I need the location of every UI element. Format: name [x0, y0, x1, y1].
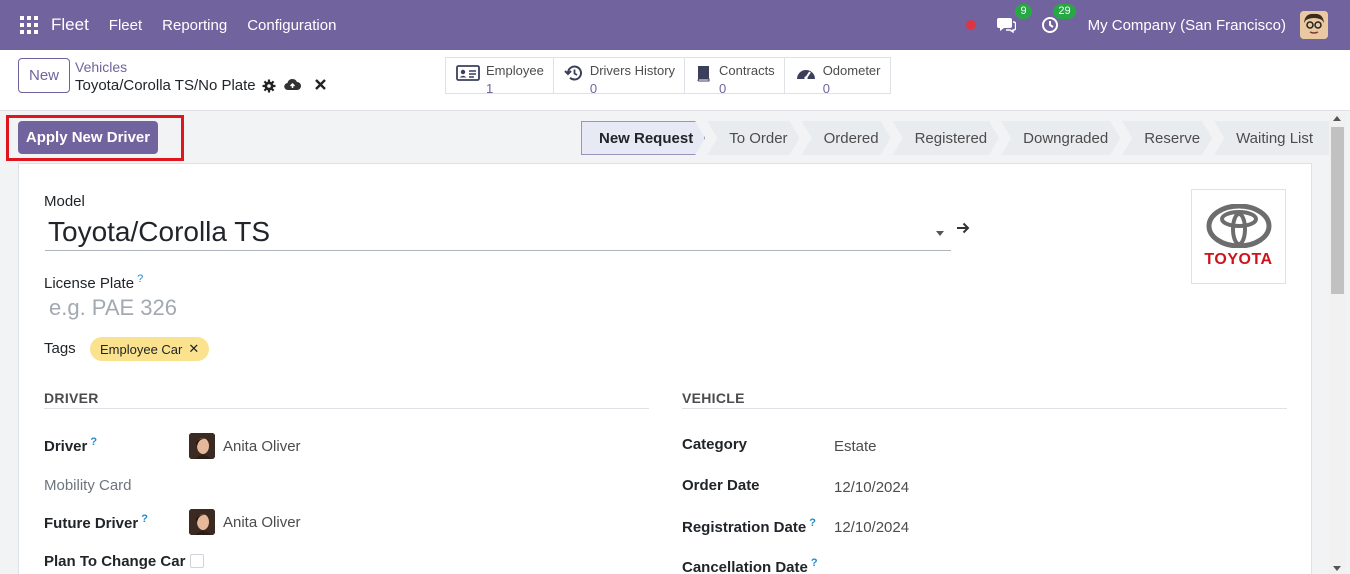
app-brand[interactable]: Fleet [51, 15, 89, 35]
order-date-field[interactable]: 12/10/2024 [834, 479, 909, 496]
help-tooltip-icon[interactable]: ? [90, 436, 97, 448]
license-plate-label-text: License Plate [44, 275, 135, 292]
stage-registered[interactable]: Registered [893, 121, 1000, 155]
recording-indicator-icon[interactable] [965, 20, 976, 30]
logo-text: TOYOTA [1204, 251, 1273, 268]
driver-section-title: DRIVER [44, 390, 99, 406]
smart-count-employee: 1 [486, 81, 494, 96]
stage-downgraded[interactable]: Downgraded [1001, 121, 1120, 155]
future-driver-label: Future Driver? [44, 513, 148, 532]
smart-label-employee: Employee [486, 63, 544, 78]
apply-new-driver-button[interactable]: Apply New Driver [18, 121, 158, 154]
status-bar: New Request To Order Ordered Registered … [581, 121, 1331, 155]
tag-label: Employee Car [100, 341, 183, 357]
internal-link-arrow-icon[interactable] [956, 222, 970, 234]
top-navbar: Fleet Fleet Reporting Configuration 9 29… [0, 0, 1350, 50]
registration-date-label: Registration Date? [682, 517, 816, 536]
smart-label-odometer: Odometer [822, 63, 881, 78]
registration-date-label-text: Registration Date [682, 519, 807, 536]
book-icon [695, 64, 713, 87]
smart-count-odometer: 0 [822, 81, 830, 96]
smart-button-odometer[interactable]: Odometer 0 [785, 58, 890, 96]
plan-change-car-label: Plan To Change Car [44, 553, 186, 570]
app-grid-icon[interactable] [20, 16, 38, 34]
toyota-logo-icon [1206, 204, 1271, 248]
remove-tag-icon[interactable]: ✕ [188, 341, 199, 357]
license-plate-label: License Plate? [44, 273, 143, 292]
driver-label: Driver? [44, 436, 97, 455]
discard-close-icon[interactable] [315, 79, 326, 90]
smart-label-drivers-history: Drivers History [589, 63, 676, 78]
menu-fleet[interactable]: Fleet [109, 17, 142, 34]
cancellation-date-label-text: Cancellation Date [682, 559, 808, 574]
stage-new-request[interactable]: New Request [581, 121, 705, 155]
stage-reserve[interactable]: Reserve [1122, 121, 1212, 155]
tags-label: Tags [44, 340, 76, 357]
plan-change-car-checkbox[interactable] [190, 554, 204, 568]
registration-date-field[interactable]: 12/10/2024 [834, 519, 909, 536]
smart-button-drivers-history[interactable]: Drivers History 0 [554, 58, 686, 96]
future-driver-name: Anita Oliver [223, 513, 301, 531]
stage-to-order[interactable]: To Order [707, 121, 799, 155]
help-tooltip-icon[interactable]: ? [809, 517, 816, 529]
driver-avatar [189, 433, 215, 459]
menu-reporting[interactable]: Reporting [162, 17, 227, 34]
driver-label-text: Driver [44, 438, 88, 455]
help-tooltip-icon[interactable]: ? [141, 513, 148, 525]
breadcrumb-vehicles[interactable]: Vehicles [75, 59, 127, 75]
stage-ordered[interactable]: Ordered [802, 121, 891, 155]
vehicle-section-title: VEHICLE [682, 390, 745, 406]
category-label: Category [682, 436, 748, 453]
smart-count-contracts: 0 [719, 81, 727, 96]
new-record-button[interactable]: New [18, 58, 70, 93]
stage-waiting-list[interactable]: Waiting List [1214, 121, 1330, 155]
scroll-up-arrow-icon[interactable] [1333, 116, 1341, 121]
activities-clock-icon[interactable]: 29 [1038, 4, 1076, 37]
order-date-label: Order Date [682, 477, 760, 494]
smart-button-contracts[interactable]: Contracts 0 [685, 58, 785, 96]
company-switcher[interactable]: My Company (San Francisco) [1088, 17, 1286, 34]
model-field[interactable]: Toyota/Corolla TS [45, 216, 951, 251]
mobility-card-label: Mobility Card [44, 477, 132, 494]
menu-configuration[interactable]: Configuration [247, 17, 336, 34]
scroll-down-arrow-icon[interactable] [1333, 566, 1341, 571]
id-card-icon [456, 64, 480, 87]
smart-count-drivers-history: 0 [589, 81, 598, 96]
smart-buttons: Employee 1 Drivers History 0 Contracts 0 [445, 57, 891, 96]
dropdown-caret-icon[interactable] [936, 231, 944, 236]
smart-label-contracts: Contracts [719, 63, 775, 78]
breadcrumb-current: Toyota/Corolla TS/No Plate [75, 77, 276, 94]
driver-field[interactable]: Anita Oliver [189, 433, 301, 459]
history-icon [564, 64, 584, 87]
driver-name: Anita Oliver [223, 437, 301, 455]
help-tooltip-icon[interactable]: ? [811, 557, 818, 569]
category-field[interactable]: Estate [834, 438, 877, 455]
model-label: Model [44, 193, 85, 210]
future-driver-label-text: Future Driver [44, 515, 139, 532]
smart-button-employee[interactable]: Employee 1 [446, 58, 554, 96]
control-panel: New Vehicles Toyota/Corolla TS/No Plate … [0, 50, 1350, 111]
gear-icon[interactable] [262, 79, 276, 93]
activities-count-badge: 29 [1053, 4, 1076, 19]
future-driver-field[interactable]: Anita Oliver [189, 509, 301, 535]
form-sheet: Model Toyota/Corolla TS TOYOTA License P… [18, 163, 1312, 574]
user-avatar[interactable] [1300, 11, 1328, 39]
cancellation-date-label: Cancellation Date? [682, 557, 818, 574]
vehicle-divider [682, 408, 1287, 409]
license-plate-field[interactable]: e.g. PAE 326 [49, 295, 177, 321]
future-driver-avatar [189, 509, 215, 535]
breadcrumb-current-label: Toyota/Corolla TS/No Plate [75, 77, 256, 94]
help-tooltip-icon[interactable]: ? [137, 273, 143, 285]
messages-count-badge: 9 [1015, 4, 1032, 19]
driver-divider [44, 408, 649, 409]
save-cloud-icon[interactable] [284, 78, 301, 91]
messages-icon[interactable]: 9 [994, 4, 1032, 37]
tachometer-icon [795, 64, 817, 87]
tag-employee-car[interactable]: Employee Car ✕ [90, 337, 210, 361]
scrollbar-thumb[interactable] [1331, 127, 1344, 294]
vehicle-image[interactable]: TOYOTA [1191, 189, 1286, 284]
